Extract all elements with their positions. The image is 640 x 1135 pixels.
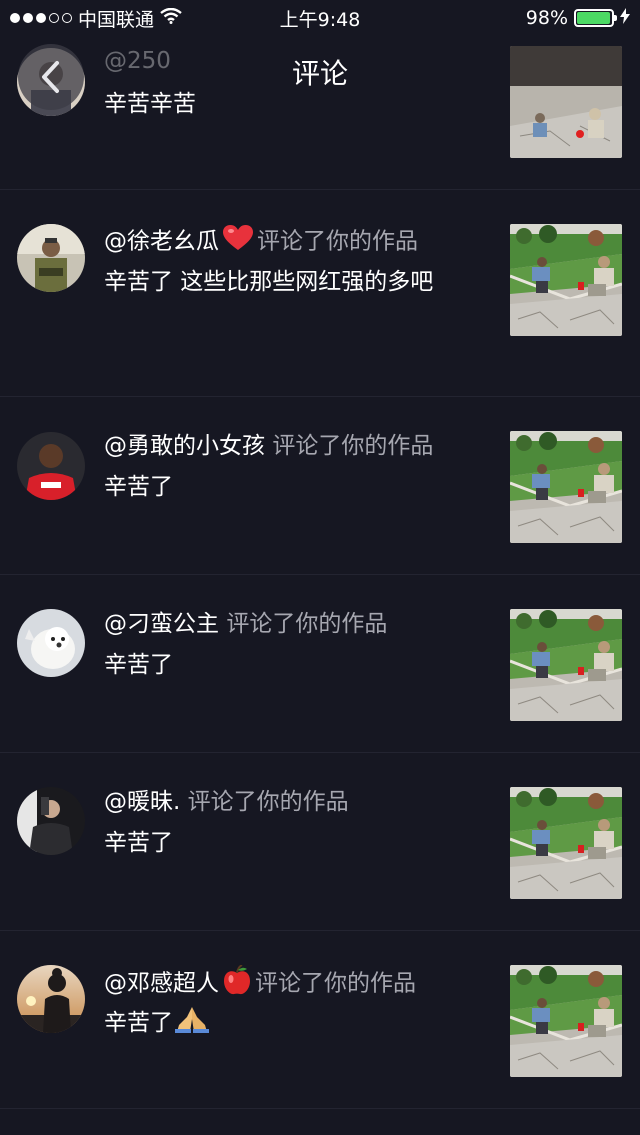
carrier-name: 中国联通	[78, 8, 155, 31]
comment-text: 辛苦了	[104, 1010, 173, 1036]
battery-icon	[574, 9, 617, 27]
comment-header: @勇敢的小女孩 评论了你的作品	[104, 431, 433, 461]
action-text: 评论了你的作品	[272, 433, 434, 459]
comment-row[interactable]: @勇敢的小女孩 评论了你的作品 辛苦了	[0, 397, 640, 575]
comment-header: @邓感超人 评论了你的作品	[104, 964, 416, 1003]
avatar[interactable]	[17, 609, 85, 677]
praying-hands-icon	[175, 1005, 209, 1042]
page-title: 评论	[291, 57, 348, 90]
comment-text: 辛苦了 这些比那些网红强的多吧	[104, 269, 434, 295]
video-thumbnail[interactable]	[510, 431, 622, 543]
action-text: 评论了你的作品	[226, 611, 388, 637]
nav-bar: 评论	[0, 36, 640, 110]
status-left: 中国联通	[10, 5, 182, 32]
video-thumbnail[interactable]	[510, 787, 622, 899]
comment-row[interactable]: @刁蛮公主 评论了你的作品 辛苦了	[0, 575, 640, 753]
action-text: 评论了你的作品	[257, 228, 418, 255]
video-thumbnail[interactable]	[510, 224, 622, 336]
charging-bolt-icon	[620, 7, 630, 29]
comment-header: @徐老幺瓜 评论了你的作品	[104, 225, 418, 259]
username[interactable]: @徐老幺瓜	[104, 229, 219, 255]
username[interactable]: @刁蛮公主	[104, 611, 219, 637]
comment-text-wrapper: 辛苦了	[104, 1005, 474, 1042]
avatar[interactable]	[17, 965, 85, 1033]
status-bar: 中国联通 上午9:48 98%	[0, 0, 640, 36]
action-text: 评论了你的作品	[255, 970, 416, 997]
username[interactable]: @邓感超人	[104, 971, 219, 997]
battery-percent: 98%	[525, 7, 568, 29]
wifi-icon	[160, 7, 182, 29]
action-text: 评论了你的作品	[187, 789, 349, 815]
comment-header: @刁蛮公主 评论了你的作品	[104, 609, 387, 639]
comment-text: 辛苦了	[104, 652, 173, 678]
comment-text: 辛苦了	[104, 830, 173, 856]
username[interactable]: @勇敢的小女孩	[104, 433, 265, 459]
avatar[interactable]	[17, 787, 85, 855]
comment-text: 辛苦了	[104, 474, 173, 500]
back-button[interactable]	[18, 44, 84, 110]
heart-icon	[223, 225, 253, 259]
status-right: 98%	[526, 7, 630, 29]
video-thumbnail[interactable]	[510, 965, 622, 1077]
avatar[interactable]	[17, 224, 85, 292]
chevron-left-icon	[42, 61, 59, 93]
comment-row[interactable]: @邓感超人 评论了你的作品 辛苦了	[0, 931, 640, 1109]
battery-level	[577, 12, 611, 24]
apple-icon	[223, 964, 251, 1003]
signal-strength-icon	[10, 13, 72, 23]
comment-row[interactable]: @暖昧. 评论了你的作品 辛苦了	[0, 753, 640, 931]
comment-header: @暖昧. 评论了你的作品	[104, 787, 349, 817]
video-thumbnail[interactable]	[510, 609, 622, 721]
avatar[interactable]	[17, 432, 85, 500]
username[interactable]: @暖昧.	[104, 789, 180, 815]
comment-row[interactable]: @徐老幺瓜 评论了你的作品 辛苦了 这些比那些网红强的多吧	[0, 190, 640, 397]
